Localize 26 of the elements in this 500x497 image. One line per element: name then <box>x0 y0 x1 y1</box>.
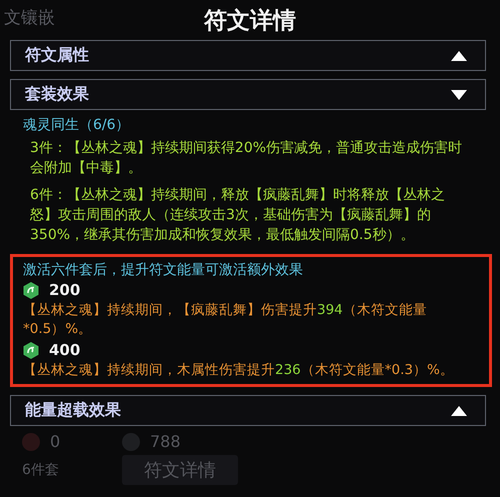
set-count-label: 6件套 <box>22 461 60 479</box>
energy-value: 400 <box>49 341 80 359</box>
bonus-effect-text: 【丛林之魂】持续期间，木属性伤害提升236（木符文能量*0.3）%。 <box>23 361 455 380</box>
resource-value: 0 <box>50 432 60 451</box>
down-arrow-icon[interactable] <box>451 90 467 100</box>
section-title: 能量超载效果 <box>25 400 121 421</box>
section-header[interactable]: 符文属性 <box>10 40 486 71</box>
leaf-gem-icon <box>23 282 39 298</box>
dialog-title: 符文详情 <box>204 6 296 36</box>
resource-value: 788 <box>150 432 181 451</box>
resource-icon <box>22 432 40 450</box>
leaf-gem-icon <box>23 342 39 358</box>
bonus-effect-text: 【丛林之魂】持续期间，【疯藤乱舞】伤害提升394（木符文能量*0.5）%。 <box>23 301 428 339</box>
set-effect-text: 3件：【丛林之魂】持续期间获得20%伤害减免，普通攻击造成伤害时会附加【中毒】。 <box>29 139 464 178</box>
bonus-heading: 激活六件套后，提升符文能量可激活额外效果 <box>23 261 304 279</box>
resource-icon <box>122 432 140 450</box>
section-title: 套装效果 <box>25 84 89 105</box>
up-arrow-icon[interactable] <box>451 50 467 60</box>
section-header[interactable]: 能量超载效果 <box>10 395 486 426</box>
energy-value: 200 <box>49 281 80 299</box>
up-arrow-icon[interactable] <box>451 406 467 416</box>
set-effect-text: 6件：【丛林之魂】持续期间，释放【疯藤乱舞】时将释放【丛林之怒】攻击周围的敌人（连续攻击3次，基础伤害为【疯藤乱舞】的350%，继承其伤害加成和恢复效果，最低触发间隔0.5秒）。 <box>29 186 446 245</box>
section-header[interactable]: 套装效果 <box>10 79 486 110</box>
section-title: 符文属性 <box>25 45 89 66</box>
set-name: 魂灵同生（6/6） <box>22 116 131 134</box>
tab-label: 文镶嵌 <box>4 7 55 29</box>
